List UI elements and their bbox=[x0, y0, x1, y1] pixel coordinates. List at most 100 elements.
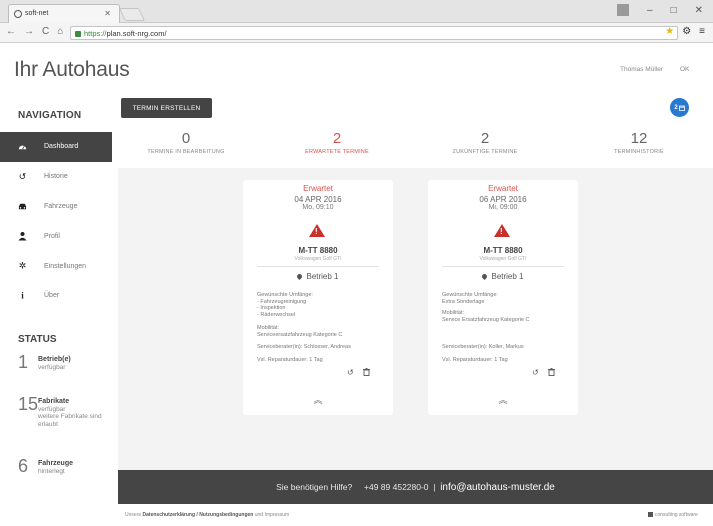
help-question: Sie benötigen Hilfe? bbox=[276, 482, 353, 492]
browser-toolbar: ← → C ⌂ https://plan.soft-nrg.com/ ★ ⚙ ≡ bbox=[0, 23, 713, 43]
undo-icon[interactable]: ↺ bbox=[347, 368, 354, 378]
appointment-card: Erwartet 04 APR 2016 Mo, 09:10 M-TT 8880… bbox=[243, 180, 393, 415]
card-divider bbox=[442, 266, 564, 267]
help-email[interactable]: info@autohaus-muster.de bbox=[440, 482, 555, 493]
card-mobility-label: Mobilität: bbox=[442, 310, 465, 316]
card-duration: Vsl. Reparaturdauer: 1 Tag bbox=[442, 357, 508, 363]
address-bar[interactable]: https://plan.soft-nrg.com/ bbox=[70, 26, 678, 40]
browser-tab-strip: soft-net ✕ – □ ✕ bbox=[0, 0, 713, 23]
bookmark-star-icon[interactable]: ★ bbox=[665, 26, 674, 37]
help-bar: Sie benötigen Hilfe? +49 89 452280-0 | i… bbox=[118, 470, 713, 504]
status-title: Fahrzeuge bbox=[38, 460, 74, 467]
status-line: hinterlegt bbox=[38, 467, 65, 475]
bottom-bar: Unsere Datenschutzerklärung / Nutzungsbe… bbox=[0, 504, 713, 526]
sidebar-item-about[interactable]: i Über bbox=[0, 281, 112, 311]
help-phone[interactable]: +49 89 452280-0 bbox=[364, 482, 429, 492]
undo-icon[interactable]: ↺ bbox=[532, 368, 539, 378]
card-duration: Vsl. Reparaturdauer: 1 Tag bbox=[257, 357, 323, 363]
status-count: 1 bbox=[18, 352, 29, 372]
collapse-chevron-icon[interactable]: ︽ bbox=[428, 393, 578, 406]
sidebar-item-vehicles[interactable]: Fahrzeuge bbox=[0, 192, 112, 222]
calendar-badge-button[interactable]: 2 bbox=[670, 98, 689, 117]
help-text: Sie benötigen Hilfe? +49 89 452280-0 | i… bbox=[276, 482, 555, 493]
status-title: Betrieb(e) bbox=[38, 356, 71, 363]
collapse-chevron-icon[interactable]: ︽ bbox=[243, 393, 393, 406]
stat-label: ERWARTETE TERMINE bbox=[305, 149, 369, 155]
appointments-area: Erwartet 04 APR 2016 Mo, 09:10 M-TT 8880… bbox=[118, 168, 713, 472]
calendar-badge-count: 2 bbox=[674, 104, 678, 111]
card-mobility: Mobilität: Service Ersatzfahrzeug Katego… bbox=[442, 310, 570, 323]
stat-expected[interactable]: 2 ERWARTETE TERMINE bbox=[272, 131, 402, 156]
stat-upcoming[interactable]: 2 ZUKÜNFTIGE TERMINE bbox=[420, 130, 550, 156]
sidebar-item-history[interactable]: ↺ Historie bbox=[0, 162, 112, 192]
forward-icon[interactable]: → bbox=[24, 26, 34, 37]
main-content: TERMIN ERSTELLEN 2 0 TERMINE IN BEARBEIT… bbox=[118, 94, 713, 474]
warning-icon bbox=[309, 224, 325, 237]
legal-text: Unsere Datenschutzerklärung / Nutzungsbe… bbox=[125, 512, 289, 518]
close-window-icon[interactable]: ✕ bbox=[695, 5, 703, 16]
browser-tab[interactable]: soft-net ✕ bbox=[8, 4, 120, 23]
logo[interactable]: Ihr Autohaus bbox=[14, 58, 130, 82]
card-service-line: - Räderwechsel bbox=[257, 311, 296, 318]
card-actions: ↺ bbox=[532, 368, 555, 378]
stat-history[interactable]: 12 TERMINHISTORIE bbox=[574, 131, 704, 156]
legal-links[interactable]: Datenschutzerklärung / Nutzungsbedingung… bbox=[143, 512, 254, 518]
location-pin-icon bbox=[481, 272, 489, 281]
stat-value: 0 bbox=[181, 130, 191, 147]
sidebar: NAVIGATION Dashboard ↺ Historie Fahrzeug… bbox=[0, 94, 116, 476]
stat-value: 2 bbox=[480, 130, 490, 147]
card-status: Erwartet bbox=[303, 184, 333, 193]
nav-list: Dashboard ↺ Historie Fahrzeuge Profil ✲ … bbox=[0, 132, 112, 311]
logout-link[interactable]: OK bbox=[680, 66, 689, 73]
status-sites: 1 Betrieb(e) verfügbar bbox=[18, 352, 71, 372]
sidebar-item-dashboard[interactable]: Dashboard bbox=[0, 132, 112, 162]
stat-label: TERMINE IN BEARBEITUNG bbox=[147, 149, 225, 155]
card-time: Mo, 09:10 bbox=[302, 204, 334, 211]
car-icon bbox=[18, 202, 27, 211]
home-icon[interactable]: ⌂ bbox=[57, 26, 63, 37]
card-location-label: Betrieb 1 bbox=[491, 272, 524, 281]
vendor-credit[interactable]: consulting software bbox=[648, 512, 698, 518]
status-line: verfügbar bbox=[38, 363, 66, 371]
browser-tab-title: soft-net bbox=[25, 10, 49, 17]
card-mobility-value: Service Ersatzfahrzeug Kategorie C bbox=[442, 316, 530, 323]
card-location: Betrieb 1 bbox=[243, 272, 393, 281]
header-user-name[interactable]: Thomas Müller bbox=[620, 66, 663, 73]
reload-icon[interactable]: C bbox=[42, 26, 49, 37]
warning-icon bbox=[494, 224, 510, 237]
browser-nav: ← → C ⌂ bbox=[6, 26, 63, 37]
app-header: Ihr Autohaus Thomas Müller OK bbox=[0, 44, 713, 94]
back-icon[interactable]: ← bbox=[6, 26, 16, 37]
menu-icon[interactable]: ≡ bbox=[699, 26, 705, 37]
card-service-line: Extra Sonderlage bbox=[442, 298, 485, 305]
card-advisor: Serviceberater(in): Schlosser, Andreas bbox=[257, 344, 351, 350]
card-mobility: Mobilität: Serviceersatzfahrzeug Kategor… bbox=[257, 325, 385, 338]
stat-in-progress[interactable]: 0 TERMINE IN BEARBEITUNG bbox=[121, 130, 251, 156]
legal-prefix: Unsere bbox=[125, 512, 142, 518]
location-pin-icon bbox=[296, 272, 304, 281]
sidebar-item-profile[interactable]: Profil bbox=[0, 221, 112, 251]
browser-toolbar-actions: ★ ⚙ ≡ bbox=[665, 26, 705, 37]
status-text: Fahrzeuge hinterlegt bbox=[38, 456, 73, 475]
sidebar-item-label: Profil bbox=[44, 232, 60, 240]
create-appointment-button[interactable]: TERMIN ERSTELLEN bbox=[121, 98, 212, 118]
card-date: 04 APR 2016 bbox=[294, 195, 342, 204]
sidebar-item-settings[interactable]: ✲ Einstellungen bbox=[0, 251, 112, 281]
legal-suffix[interactable]: und Impressum bbox=[255, 512, 289, 518]
close-tab-icon[interactable]: ✕ bbox=[104, 9, 111, 18]
card-model: Volkswagen Golf GTI bbox=[294, 256, 342, 262]
trash-icon[interactable] bbox=[547, 368, 555, 378]
card-actions: ↺ bbox=[347, 368, 370, 378]
profile-icon[interactable] bbox=[617, 4, 629, 16]
card-services-label: Gewünschte Umfänge: bbox=[257, 292, 313, 298]
calendar-icon bbox=[678, 105, 685, 111]
maximize-icon[interactable]: □ bbox=[671, 5, 677, 16]
trash-icon[interactable] bbox=[362, 368, 370, 378]
card-service-line: - Inspektion bbox=[257, 305, 286, 312]
gear-icon: ✲ bbox=[18, 260, 27, 271]
card-model: Volkswagen Golf GTI bbox=[479, 256, 527, 262]
new-tab-button[interactable] bbox=[118, 8, 146, 21]
vendor-logo-icon bbox=[648, 512, 653, 517]
minimize-icon[interactable]: – bbox=[647, 5, 653, 16]
extension-gear-icon[interactable]: ⚙ bbox=[682, 26, 691, 37]
